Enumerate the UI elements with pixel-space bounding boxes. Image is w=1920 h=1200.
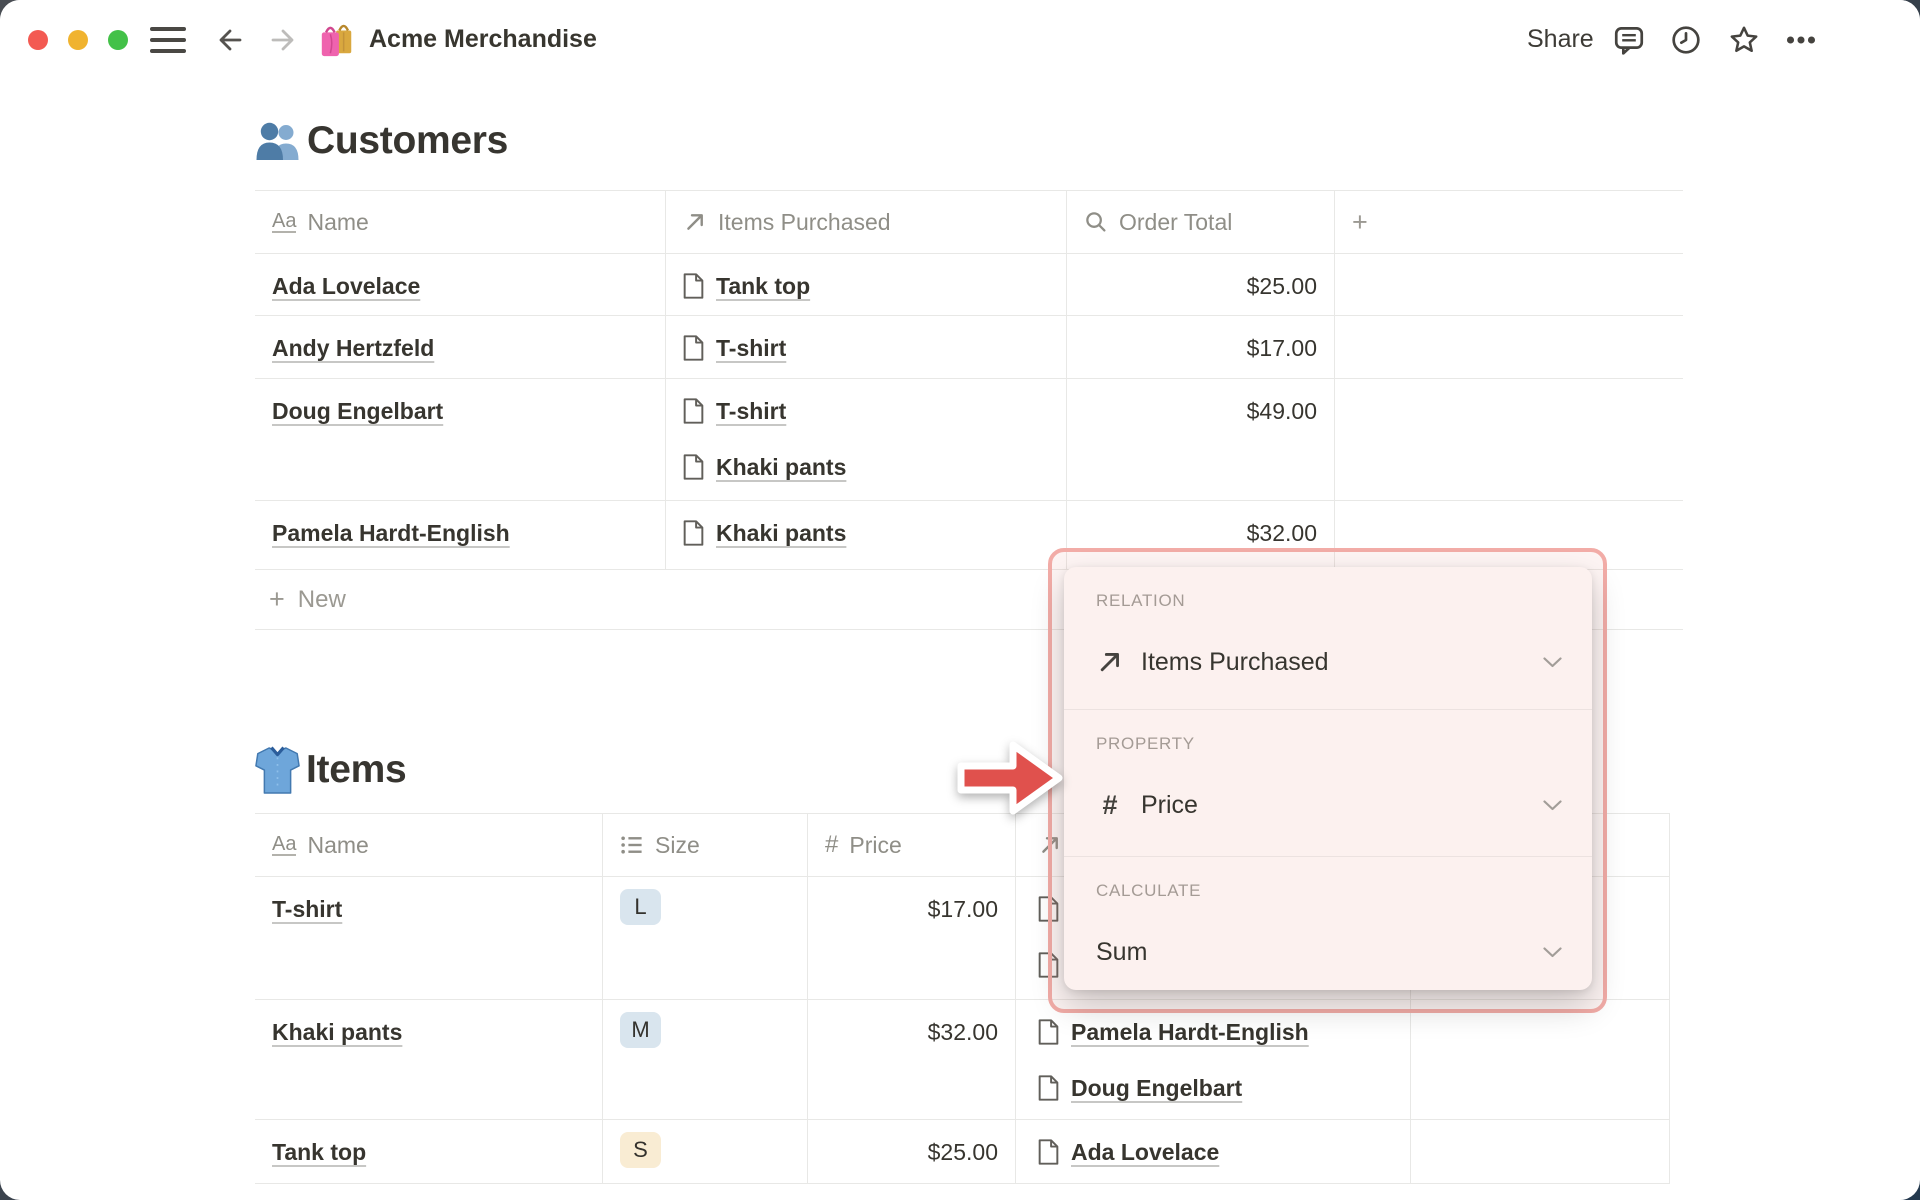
size-cell[interactable]: S — [603, 1120, 808, 1183]
size-tag: S — [620, 1132, 661, 1168]
items-db-title[interactable]: Items — [306, 748, 407, 792]
popup-section-property: PROPERTY # Price — [1064, 710, 1592, 857]
size-cell[interactable]: L — [603, 877, 808, 999]
items-column-size[interactable]: Size — [603, 814, 808, 876]
purchased-by-cell[interactable]: Pamela Hardt-English Doug Engelbart — [1016, 1000, 1411, 1119]
chevron-down-icon — [1543, 656, 1562, 667]
page-icon — [683, 520, 704, 546]
sidebar-menu-icon[interactable] — [150, 27, 186, 53]
calculate-section-label: CALCULATE — [1096, 881, 1202, 900]
comments-icon[interactable] — [1612, 23, 1646, 57]
page-icon — [1038, 1075, 1059, 1101]
share-button[interactable]: Share — [1527, 25, 1594, 54]
app-window: Acme Merchandise Share Customers Aa Name… — [0, 0, 1920, 1200]
customer-name-cell[interactable]: Ada Lovelace — [255, 254, 666, 315]
number-property-icon: # — [1102, 789, 1118, 820]
items-purchased-cell[interactable]: T-shirt — [666, 316, 1067, 378]
title-property-icon: Aa — [272, 210, 297, 233]
shirt-icon — [255, 745, 300, 794]
plus-icon: + — [269, 584, 285, 614]
traffic-light-zoom-button[interactable] — [108, 30, 128, 50]
popup-section-relation: RELATION Items Purchased — [1064, 567, 1592, 710]
property-select[interactable]: # Price — [1096, 782, 1562, 828]
size-tag: L — [620, 889, 661, 925]
page-icon — [1038, 1019, 1059, 1045]
items-purchased-cell[interactable]: Khaki pants — [666, 501, 1067, 569]
favorite-star-icon[interactable] — [1727, 23, 1761, 57]
table-row: Doug Engelbart T-shirt Khaki pants $49.0… — [255, 379, 1683, 501]
customers-db-title[interactable]: Customers — [307, 119, 508, 163]
customers-add-column-button[interactable]: + — [1335, 191, 1683, 253]
items-db-heading: Items — [255, 742, 407, 798]
customers-column-name[interactable]: Aa Name — [255, 191, 666, 253]
customer-name-cell[interactable]: Pamela Hardt-English — [255, 501, 666, 569]
plus-icon: + — [1352, 206, 1368, 237]
relation-icon — [1096, 648, 1124, 676]
forward-arrow-icon — [271, 29, 294, 51]
red-pointer-arrow — [957, 741, 1063, 815]
customers-column-items-purchased[interactable]: Items Purchased — [666, 191, 1067, 253]
window-titlebar: Acme Merchandise Share — [0, 0, 1920, 80]
price-cell[interactable]: $25.00 — [808, 1120, 1016, 1183]
items-purchased-cell[interactable]: T-shirt Khaki pants — [666, 379, 1067, 500]
customer-name-cell[interactable]: Andy Hertzfeld — [255, 316, 666, 378]
table-row: Ada Lovelace Tank top $25.00 — [255, 254, 1683, 316]
page-icon — [683, 454, 704, 480]
rollup-magnifier-icon — [1084, 210, 1108, 234]
busts-people-icon — [256, 122, 299, 160]
page-icon — [683, 335, 704, 361]
item-name-cell[interactable]: T-shirt — [255, 877, 603, 999]
title-property-icon: Aa — [272, 833, 297, 856]
page-title: Acme Merchandise — [369, 24, 597, 53]
chevron-down-icon — [1543, 799, 1562, 810]
order-total-cell[interactable]: $17.00 — [1067, 316, 1335, 378]
size-cell[interactable]: M — [603, 1000, 808, 1119]
relation-select[interactable]: Items Purchased — [1096, 639, 1562, 685]
traffic-light-minimize-button[interactable] — [68, 30, 88, 50]
purchased-by-cell[interactable]: Ada Lovelace — [1016, 1120, 1411, 1183]
popup-section-calculate: CALCULATE Sum — [1064, 857, 1592, 989]
relation-icon — [683, 210, 707, 234]
size-tag: M — [620, 1012, 661, 1048]
table-row: Khaki pants M $32.00 Pamela Hardt-Englis… — [255, 1000, 1669, 1120]
items-column-name[interactable]: Aa Name — [255, 814, 603, 876]
page-icon — [1038, 1139, 1059, 1165]
table-row: Tank top S $25.00 Ada Lovelace — [255, 1120, 1669, 1184]
shopping-bags-icon — [321, 24, 352, 57]
price-cell[interactable]: $32.00 — [808, 1000, 1016, 1119]
customers-column-order-total[interactable]: Order Total — [1067, 191, 1335, 253]
item-name-cell[interactable]: Khaki pants — [255, 1000, 603, 1119]
items-purchased-cell[interactable]: Tank top — [666, 254, 1067, 315]
property-section-label: PROPERTY — [1096, 734, 1195, 753]
back-arrow-icon[interactable] — [215, 25, 245, 55]
number-property-icon: # — [825, 831, 839, 858]
items-column-price[interactable]: # Price — [808, 814, 1016, 876]
relation-section-label: RELATION — [1096, 591, 1186, 610]
customers-db-heading: Customers — [255, 115, 508, 167]
chevron-down-icon — [1543, 946, 1562, 957]
select-list-icon — [620, 833, 644, 857]
more-options-icon[interactable] — [1784, 23, 1818, 57]
order-total-cell[interactable]: $25.00 — [1067, 254, 1335, 315]
traffic-light-close-button[interactable] — [28, 30, 48, 50]
rollup-config-popup: RELATION Items Purchased PROPERTY # Pric… — [1064, 567, 1592, 990]
updates-clock-icon[interactable] — [1669, 23, 1703, 57]
item-name-cell[interactable]: Tank top — [255, 1120, 603, 1183]
page-icon — [683, 398, 704, 424]
customer-name-cell[interactable]: Doug Engelbart — [255, 379, 666, 500]
customers-header-row: Aa Name Items Purchased Order Total + — [255, 190, 1683, 254]
order-total-cell[interactable]: $49.00 — [1067, 379, 1335, 500]
calculate-select[interactable]: Sum — [1096, 929, 1562, 975]
price-cell[interactable]: $17.00 — [808, 877, 1016, 999]
table-row: Andy Hertzfeld T-shirt $17.00 — [255, 316, 1683, 379]
page-icon — [683, 273, 704, 299]
